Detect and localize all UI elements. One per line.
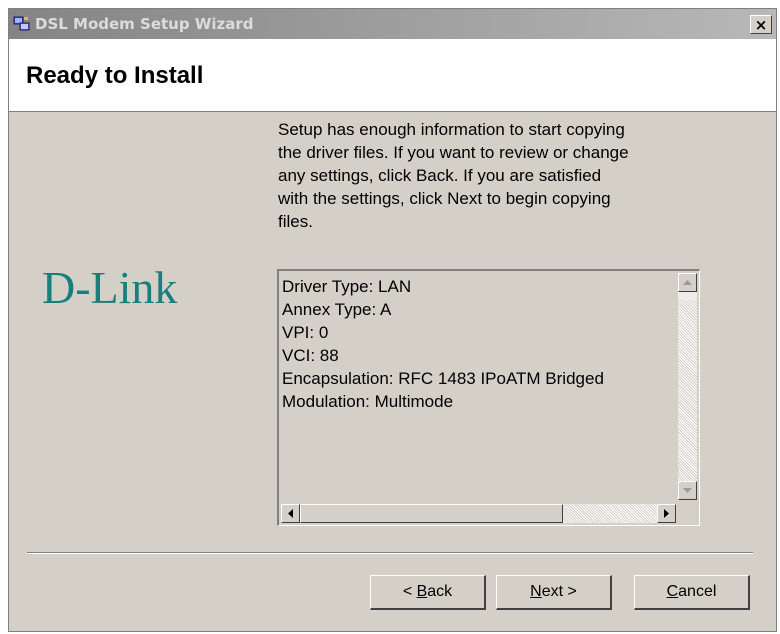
arrow-left-icon	[288, 509, 293, 518]
close-icon: ×	[754, 15, 768, 34]
settings-list: Driver Type: LAN Annex Type: A VPI: 0 VC…	[282, 275, 604, 413]
computer-network-icon	[13, 15, 31, 32]
arrow-up-icon	[683, 280, 692, 285]
description-line: with the settings, click Next to begin c…	[278, 189, 611, 208]
vertical-scroll-track[interactable]	[678, 292, 697, 300]
d-link-logo: D-Link	[42, 262, 178, 313]
vertical-scrollbar[interactable]	[678, 273, 697, 500]
description-line: the driver files. If you want to review …	[278, 143, 629, 162]
next-button-label: Next >	[530, 583, 577, 600]
scroll-up-button[interactable]	[678, 273, 697, 292]
description-line: Setup has enough information to start co…	[278, 120, 625, 139]
list-item: VPI: 0	[282, 323, 329, 342]
arrow-right-icon	[664, 509, 669, 518]
list-item: Driver Type: LAN	[282, 277, 412, 296]
scroll-left-button[interactable]	[281, 504, 300, 523]
list-item: VCI: 88	[282, 346, 339, 365]
description-text: Setup has enough information to start co…	[278, 118, 748, 233]
scroll-right-button[interactable]	[657, 504, 676, 523]
page-title: Ready to Install	[26, 62, 204, 89]
list-item: Encapsulation: RFC 1483 IPoATM Bridged	[282, 369, 604, 388]
next-button[interactable]: Next >	[496, 575, 612, 610]
horizontal-scrollbar[interactable]	[281, 504, 676, 523]
list-item: Modulation: Multimode	[282, 392, 454, 411]
divider	[27, 552, 753, 554]
wizard-header: Ready to Install	[9, 39, 776, 112]
description-line: files.	[278, 212, 313, 231]
description-line: any settings, click Back. If you are sat…	[278, 166, 602, 185]
list-item: Annex Type: A	[282, 300, 392, 319]
arrow-down-icon	[683, 488, 692, 493]
scrollbar-corner	[678, 504, 697, 523]
back-button[interactable]: < Back	[370, 575, 486, 610]
back-button-label: < Back	[402, 583, 453, 600]
cancel-button[interactable]: Cancel	[634, 575, 750, 610]
close-button[interactable]: ×	[750, 15, 772, 34]
cancel-button-label: Cancel	[666, 583, 717, 600]
title-bar[interactable]: DSL Modem Setup Wizard ×	[9, 9, 776, 39]
settings-summary-box[interactable]: Driver Type: LAN Annex Type: A VPI: 0 VC…	[277, 269, 700, 526]
window-title: DSL Modem Setup Wizard	[35, 15, 254, 33]
scroll-down-button[interactable]	[678, 481, 697, 500]
horizontal-scroll-thumb[interactable]	[300, 504, 563, 523]
